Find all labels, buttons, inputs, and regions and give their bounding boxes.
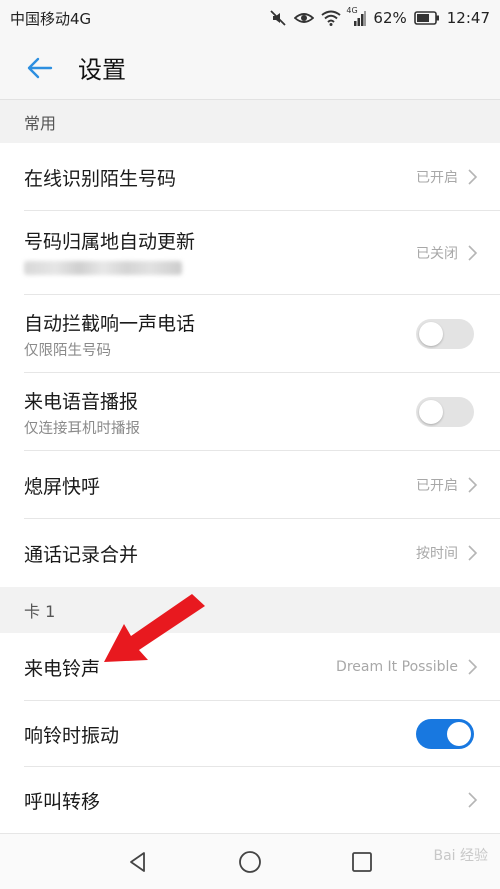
eye-icon [294, 10, 315, 26]
back-triangle-icon[interactable] [126, 850, 150, 874]
row-title: 通话记录合并 [24, 543, 139, 566]
chevron-right-icon [468, 545, 478, 561]
row-merge-call-log[interactable]: 通话记录合并 按时间 [0, 519, 500, 587]
row-value: 已开启 [416, 478, 458, 494]
arrow-left-icon [27, 57, 53, 78]
status-icons: 4G 62% 12:47 [269, 6, 490, 27]
status-bar: 中国移动4G 4G 62% 12:47 [0, 0, 500, 36]
block-one-ring-toggle[interactable] [416, 319, 474, 349]
wifi-icon [321, 10, 342, 26]
row-screen-off-quick-call[interactable]: 熄屏快呼 已开启 [0, 451, 500, 519]
row-title: 来电铃声 [24, 657, 101, 680]
vibrate-toggle[interactable] [416, 719, 474, 749]
row-value: 按时间 [416, 546, 458, 562]
section-header-common: 常用 [0, 101, 500, 143]
chevron-right-icon [468, 792, 478, 808]
row-subtitle: 仅连接耳机时播报 [24, 420, 140, 437]
network-badge: 4G [346, 6, 358, 15]
row-title: 呼叫转移 [24, 790, 101, 813]
section-header-label: 常用 [24, 114, 57, 133]
recents-square-icon[interactable] [350, 850, 374, 874]
carrier-label: 中国移动4G [10, 9, 92, 28]
home-circle-icon[interactable] [238, 850, 262, 874]
row-title: 在线识别陌生号码 [24, 167, 177, 190]
row-title: 熄屏快呼 [24, 475, 101, 498]
toggle-knob [419, 322, 443, 346]
row-title: 响铃时振动 [24, 724, 120, 747]
row-value: 已开启 [416, 170, 458, 186]
row-ringtone[interactable]: 来电铃声 Dream It Possible [0, 633, 500, 701]
row-auto-block-one-ring: 自动拦截响一声电话 仅限陌生号码 [0, 295, 500, 373]
mute-icon [269, 9, 287, 27]
row-title: 号码归属地自动更新 [24, 231, 196, 253]
battery-icon [413, 11, 440, 25]
caller-announce-toggle[interactable] [416, 397, 474, 427]
navigation-bar [0, 833, 500, 889]
app-bar: 设置 [0, 36, 500, 100]
row-caller-voice-announce: 来电语音播报 仅连接耳机时播报 [0, 373, 500, 451]
row-subtitle: 仅限陌生号码 [24, 342, 111, 359]
row-vibrate-when-ringing: 响铃时振动 [0, 701, 500, 767]
signal-icon: 4G [346, 6, 367, 26]
row-value: Dream It Possible [336, 659, 458, 675]
watermark: Bai 经验 [433, 848, 488, 864]
clock: 12:47 [446, 9, 490, 27]
row-value: 已关闭 [416, 246, 458, 262]
toggle-knob [447, 722, 471, 746]
row-title: 来电语音播报 [24, 390, 139, 413]
settings-list-common: 在线识别陌生号码 已开启 号码归属地自动更新 已关闭 自动拦截响一声电话 仅限陌… [0, 143, 500, 587]
chevron-right-icon [468, 477, 478, 493]
blurred-subtitle [24, 261, 182, 275]
chevron-right-icon [468, 659, 478, 675]
back-button[interactable] [0, 36, 78, 100]
settings-list-card1: 来电铃声 Dream It Possible 响铃时振动 呼叫转移 [0, 633, 500, 833]
section-header-card1: 卡 1 [0, 587, 500, 633]
chevron-right-icon [468, 169, 478, 185]
section-header-label: 卡 1 [24, 602, 56, 621]
chevron-right-icon [468, 245, 478, 261]
row-number-location-update[interactable]: 号码归属地自动更新 已关闭 [0, 211, 500, 295]
toggle-knob [419, 400, 443, 424]
row-title: 自动拦截响一声电话 [24, 312, 196, 335]
row-online-identify[interactable]: 在线识别陌生号码 已开启 [0, 143, 500, 211]
row-call-forwarding[interactable]: 呼叫转移 [0, 767, 500, 833]
page-title: 设置 [78, 56, 126, 84]
battery-percent: 62% [373, 9, 407, 27]
